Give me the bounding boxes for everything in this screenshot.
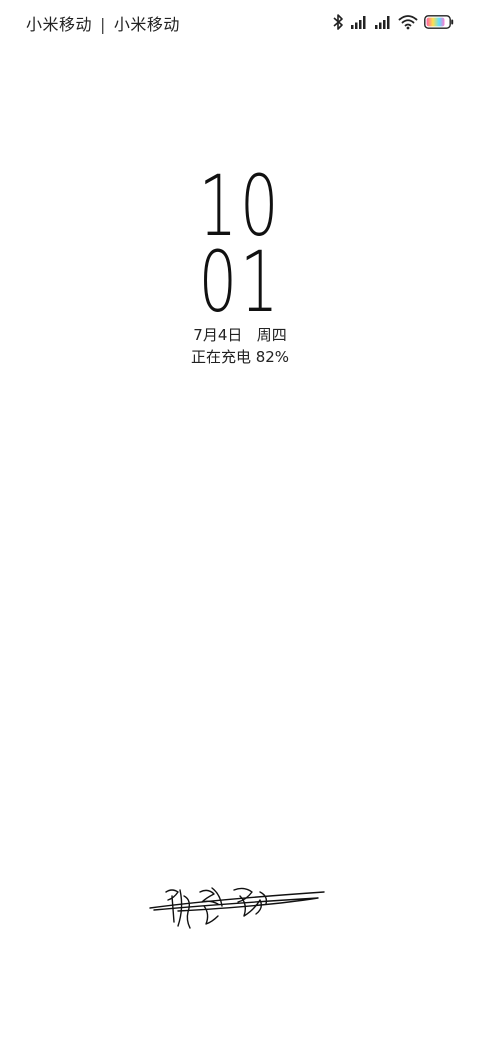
- date-label: 7月4日 周四: [193, 326, 287, 344]
- wifi-icon: [398, 14, 418, 30]
- carrier-label: 小米移动 | 小米移动: [26, 11, 180, 35]
- carrier-2: 小米移动: [113, 15, 180, 34]
- bluetooth-icon: [332, 13, 344, 31]
- status-icons: [332, 12, 454, 32]
- signal-icon-2: [374, 14, 392, 30]
- carrier-1: 小米移动: [26, 15, 93, 34]
- signature-icon: [148, 878, 328, 938]
- status-bar: 小米移动 | 小米移动: [0, 0, 480, 44]
- battery-icon: [424, 15, 454, 29]
- carrier-separator: |: [100, 15, 106, 34]
- lock-screen: 小米移动 | 小米移动 10 01 7月4日 周四 正在充电 82%: [0, 0, 480, 1040]
- clock-minute: 01: [198, 233, 282, 331]
- clock: 10 01: [0, 164, 480, 331]
- signal-icon: [350, 14, 368, 30]
- charging-status: 正在充电 82%: [190, 348, 290, 366]
